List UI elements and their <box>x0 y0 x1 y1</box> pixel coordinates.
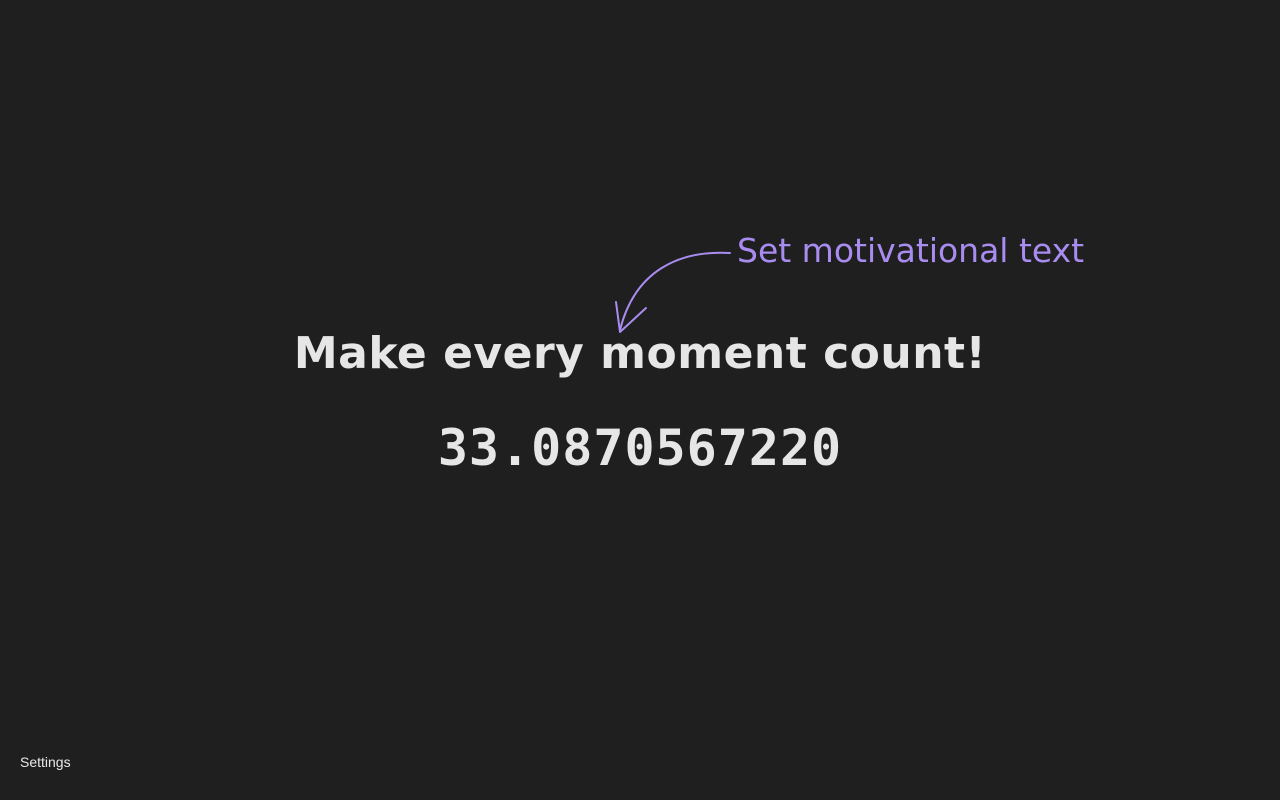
settings-button[interactable]: Settings <box>20 752 71 772</box>
age-counter: 33.0870567220 <box>437 419 843 477</box>
curved-arrow-icon <box>615 251 731 333</box>
app-stage: Set motivational text Make every moment … <box>0 0 1280 800</box>
hint-label: Set motivational text <box>737 231 1085 270</box>
motivational-text[interactable]: Make every moment count! <box>0 326 1280 382</box>
